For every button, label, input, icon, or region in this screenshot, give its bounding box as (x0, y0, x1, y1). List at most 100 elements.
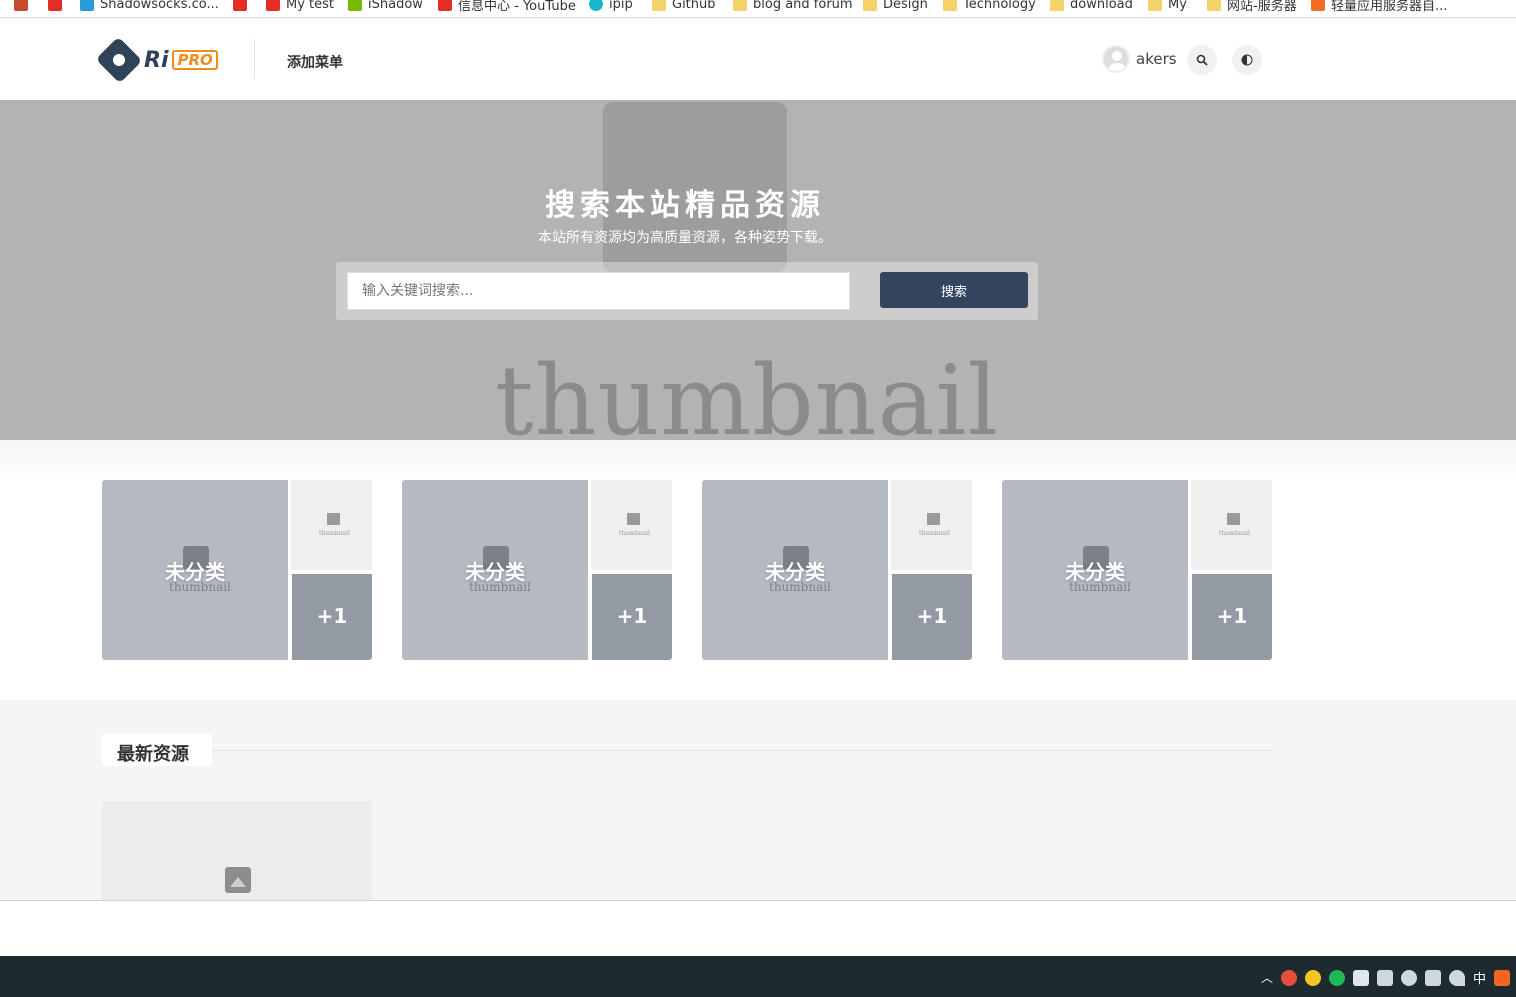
hero-search-form: 搜索 (336, 262, 1038, 320)
qq-icon[interactable] (1280, 969, 1297, 986)
hero-title: 搜索本站精品资源 (545, 188, 825, 223)
logo-text: Ri (144, 47, 169, 73)
hero-banner: thumbnail 搜索本站精品资源 本站所有资源均为高质量资源，各种姿势下载。… (0, 100, 1516, 440)
hero-subtitle: 本站所有资源均为高质量资源，各种姿势下载。 (538, 230, 832, 246)
post-card[interactable] (102, 801, 372, 901)
bookmark-item-2[interactable]: iShadow (348, 0, 423, 13)
battery-icon[interactable] (1376, 969, 1393, 986)
bookmark-item-0[interactable]: Shadowsocks.co... (80, 0, 219, 13)
folder-icon (863, 0, 877, 11)
ime-indicator[interactable]: 中 (1473, 968, 1486, 987)
system-tray: ︿ 中 (1261, 968, 1510, 987)
site-logo[interactable]: Ri PRO (95, 36, 218, 84)
folder-icon (733, 0, 747, 11)
category-more: +1 (1192, 574, 1272, 660)
bookmark-item-3[interactable]: 信息中心 - YouTube (438, 0, 576, 14)
category-more: +1 (892, 574, 972, 660)
bookmark-item-7[interactable]: Design (863, 0, 928, 13)
category-mini-thumb: thumbnail (891, 480, 972, 570)
onedrive-icon[interactable] (1400, 969, 1417, 986)
username: akers (1136, 50, 1177, 68)
bookmark-item-9[interactable]: download (1050, 0, 1133, 13)
category-extra-count: +1 (316, 604, 348, 628)
chevron-up-icon[interactable]: ︿ (1261, 969, 1273, 986)
avatar (1102, 45, 1130, 73)
category-main-thumb: thumbnail 未分类 (102, 480, 288, 660)
image-placeholder-icon (225, 867, 251, 893)
category-card[interactable]: thumbnail 未分类 thumbnail +1 (102, 480, 372, 660)
image-icon (1227, 513, 1240, 525)
folder-icon (1050, 0, 1064, 11)
os-taskbar: ︿ 中 (0, 956, 1516, 997)
category-card[interactable]: thumbnail 未分类 thumbnail +1 (1002, 480, 1272, 660)
youtube-icon (48, 0, 62, 11)
volume-icon[interactable] (1424, 969, 1441, 986)
theme-toggle-button[interactable] (1232, 45, 1262, 75)
header-divider (254, 39, 255, 79)
bookmark-item-1[interactable]: My test (266, 0, 334, 13)
category-section: thumbnail 未分类 thumbnail +1 thumbnail 未分类… (0, 440, 1516, 700)
image-icon (327, 513, 340, 525)
mini-thumb-text: thumbnail (319, 530, 350, 537)
bookmark-apps[interactable] (14, 0, 28, 13)
category-extra-count: +1 (616, 604, 648, 628)
folder-icon (1207, 0, 1221, 11)
wifi-icon[interactable] (1448, 969, 1465, 986)
bookmark-item-4[interactable]: ipip (589, 0, 633, 13)
bookmark-item-8[interactable]: Technology (943, 0, 1036, 13)
category-main-thumb: thumbnail 未分类 (1002, 480, 1188, 660)
youtube-icon (233, 0, 247, 11)
bookmarks-bar: Shadowsocks.co... My test iShadow 信息中心 -… (0, 0, 1516, 18)
spotify-icon[interactable] (1328, 969, 1345, 986)
network-app-icon[interactable] (1352, 969, 1369, 986)
category-card[interactable]: thumbnail 未分类 thumbnail +1 (402, 480, 672, 660)
mini-thumb-text: thumbnail (619, 530, 650, 537)
latest-section-title: 最新资源 (117, 744, 189, 765)
mini-thumb-text: thumbnail (919, 530, 950, 537)
category-mini-thumb: thumbnail (591, 480, 672, 570)
youtube-icon (438, 0, 452, 11)
app-tray-icon[interactable] (1304, 969, 1321, 986)
category-card[interactable]: thumbnail 未分类 thumbnail +1 (702, 480, 972, 660)
ipip-icon (589, 0, 603, 11)
user-menu[interactable]: akers (1102, 45, 1177, 73)
app-icon (348, 0, 362, 11)
page-bottom-strip (0, 900, 1516, 956)
bookmark-item-11[interactable]: 网站-服务器 (1207, 0, 1297, 14)
hero-placeholder-text: thumbnail (495, 345, 1000, 440)
bookmark-item-12[interactable]: 轻量应用服务器自... (1311, 0, 1447, 14)
logo-mark-icon (95, 36, 143, 84)
category-mini-thumb: thumbnail (1191, 480, 1272, 570)
category-name: 未分类 (1065, 560, 1125, 584)
bookmark-youtube[interactable] (48, 0, 62, 13)
search-button[interactable] (1187, 45, 1217, 75)
category-name: 未分类 (765, 560, 825, 584)
logo-badge: PRO (172, 50, 218, 70)
category-name: 未分类 (165, 560, 225, 584)
bookmark-item-5[interactable]: Github (652, 0, 716, 13)
category-main-thumb: thumbnail 未分类 (402, 480, 588, 660)
category-name: 未分类 (465, 560, 525, 584)
bookmark-youtube-2[interactable] (233, 0, 247, 13)
image-icon (927, 513, 940, 525)
category-more: +1 (592, 574, 672, 660)
search-input[interactable] (347, 272, 850, 310)
image-icon (627, 513, 640, 525)
cloud-icon (1311, 0, 1325, 11)
sogou-icon[interactable] (1494, 969, 1510, 986)
bookmark-item-10[interactable]: My (1148, 0, 1187, 13)
chart-icon (14, 0, 28, 11)
category-extra-count: +1 (1216, 604, 1248, 628)
folder-icon (1148, 0, 1162, 11)
category-mini-thumb: thumbnail (291, 480, 372, 570)
theme-toggle-icon (1241, 54, 1253, 66)
category-extra-count: +1 (916, 604, 948, 628)
search-submit-button[interactable]: 搜索 (880, 272, 1028, 308)
nav-add-menu[interactable]: 添加菜单 (287, 52, 343, 72)
youtube-icon (266, 0, 280, 11)
category-more: +1 (292, 574, 372, 660)
search-icon (1196, 54, 1208, 66)
telegram-icon (80, 0, 94, 11)
folder-icon (943, 0, 957, 11)
bookmark-item-6[interactable]: blog and forum (733, 0, 853, 13)
